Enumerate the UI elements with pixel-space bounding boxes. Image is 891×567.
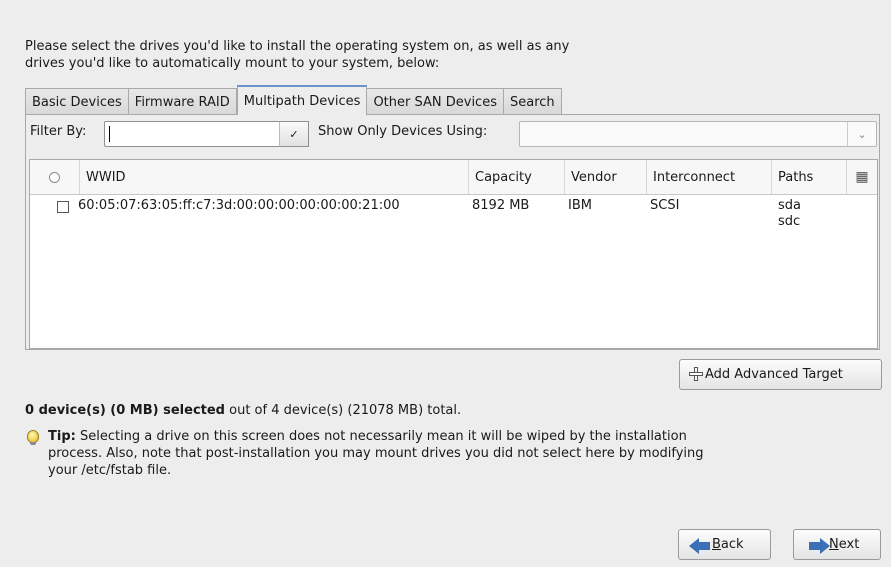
selection-count: 0 device(s) (0 MB) selected [25,403,225,418]
next-label: ext [838,537,860,552]
tab-search[interactable]: Search [503,88,562,115]
filter-dropdown-button[interactable]: ✓ [279,121,309,147]
add-advanced-target-label: Add Advanced Target [705,367,843,382]
selection-total: out of 4 device(s) (21078 MB) total. [225,403,462,418]
tab-firmware-raid[interactable]: Firmware RAID [128,88,237,115]
tip-label: Tip: [48,429,76,444]
select-all-header[interactable] [30,160,79,194]
tab-multipath-devices[interactable]: Multipath Devices [236,85,368,115]
instructions-text: Please select the drives you'd like to i… [25,38,725,72]
tip-box: Tip: Selecting a drive on this screen do… [25,428,725,479]
back-label: ack [720,537,744,552]
columns-icon: ▦ [855,169,869,185]
table-row[interactable]: 60:05:07:63:05:ff:c7:3d:00:00:00:00:00:0… [30,194,877,238]
show-only-select[interactable]: ⌄ [519,121,877,147]
show-only-label: Show Only Devices Using: [318,124,488,139]
cell-capacity: 8192 MB [472,198,530,213]
tip-body: Selecting a drive on this screen does no… [48,429,704,478]
column-header-wwid[interactable]: WWID [79,160,468,194]
instructions-line-1: Please select the drives you'd like to i… [25,39,570,54]
table-header: WWID Capacity Vendor Interconnect Paths … [30,160,877,195]
column-chooser-button[interactable]: ▦ [846,160,877,194]
tab-other-san-devices[interactable]: Other SAN Devices [367,88,504,115]
arrow-right-icon [809,538,830,554]
text-cursor [109,126,110,142]
multipath-panel: Filter By: ✓ Show Only Devices Using: ⌄ … [25,114,880,350]
tab-basic-devices[interactable]: Basic Devices [25,88,129,115]
select-all-radio[interactable] [49,171,60,183]
column-header-capacity[interactable]: Capacity [468,160,564,194]
chevron-down-icon: ⌄ [847,122,876,146]
cell-paths: sda sdc [778,198,801,230]
add-icon [689,367,703,381]
cell-interconnect: SCSI [650,198,680,213]
path-item: sdc [778,214,801,229]
next-mnemonic: N [829,537,839,552]
lightbulb-icon [27,430,39,445]
back-mnemonic: B [712,537,721,552]
instructions-line-2: drives you'd like to automatically mount… [25,56,440,71]
add-advanced-target-button[interactable]: Add Advanced Target [679,359,882,390]
devices-table: WWID Capacity Vendor Interconnect Paths … [29,159,878,349]
filter-by-label: Filter By: [30,124,87,139]
device-tabs: Basic Devices Firmware RAID Multipath De… [25,85,562,115]
arrow-left-icon [689,538,710,554]
path-item: sda [778,198,801,213]
column-header-interconnect[interactable]: Interconnect [646,160,771,194]
next-button[interactable]: Next [793,529,881,560]
row-checkbox[interactable] [57,201,69,213]
column-header-paths[interactable]: Paths [771,160,846,194]
selection-summary: 0 device(s) (0 MB) selected out of 4 dev… [25,403,461,418]
back-button[interactable]: Back [678,529,771,560]
tip-text: Tip: Selecting a drive on this screen do… [48,428,725,479]
cell-wwid: 60:05:07:63:05:ff:c7:3d:00:00:00:00:00:0… [78,198,400,213]
column-header-vendor[interactable]: Vendor [564,160,646,194]
cell-vendor: IBM [568,198,592,213]
chevron-down-icon: ✓ [289,127,299,141]
